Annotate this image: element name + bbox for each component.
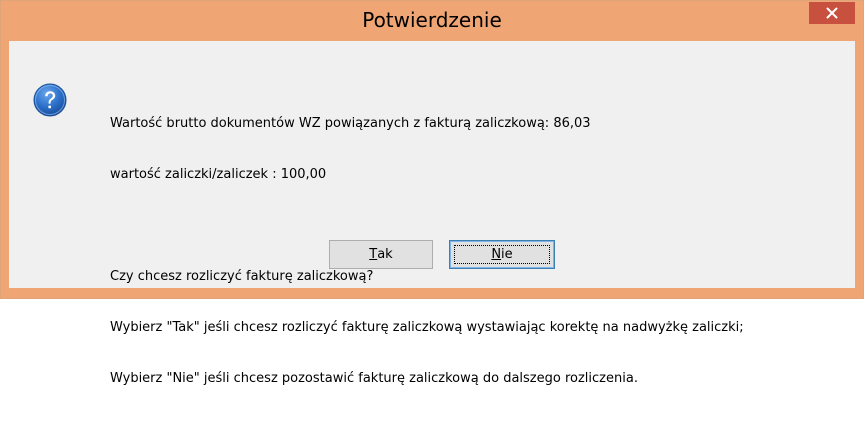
dialog-body: Wartość brutto dokumentów WZ powiązanych… [9, 41, 855, 386]
yes-button[interactable]: Tak [329, 240, 433, 269]
title-bar[interactable]: Potwierdzenie [1, 1, 863, 41]
yes-button-accel: T [369, 247, 378, 262]
message-line-no-hint: Wybierz "Nie" jeśli chcesz pozostawić fa… [110, 371, 638, 386]
message-line-gross-value: Wartość brutto dokumentów WZ powiązanych… [110, 116, 591, 131]
close-icon [826, 7, 838, 19]
focus-ring [454, 245, 550, 264]
question-icon [33, 83, 67, 117]
yes-button-label: ak [377, 247, 393, 262]
close-button[interactable] [809, 2, 855, 24]
message-line-yes-hint: Wybierz "Tak" jeśli chcesz rozliczyć fak… [110, 320, 744, 335]
dialog-title: Potwierdzenie [362, 8, 502, 32]
confirmation-dialog: Potwierdzenie Wartość brutto dokumentów … [0, 0, 864, 386]
no-button[interactable]: Nie [449, 240, 555, 269]
message-line-question: Czy chcesz rozliczyć fakturę zaliczkową? [110, 269, 374, 284]
message-line-advance-value: wartość zaliczki/zaliczek : 100,00 [110, 167, 327, 182]
